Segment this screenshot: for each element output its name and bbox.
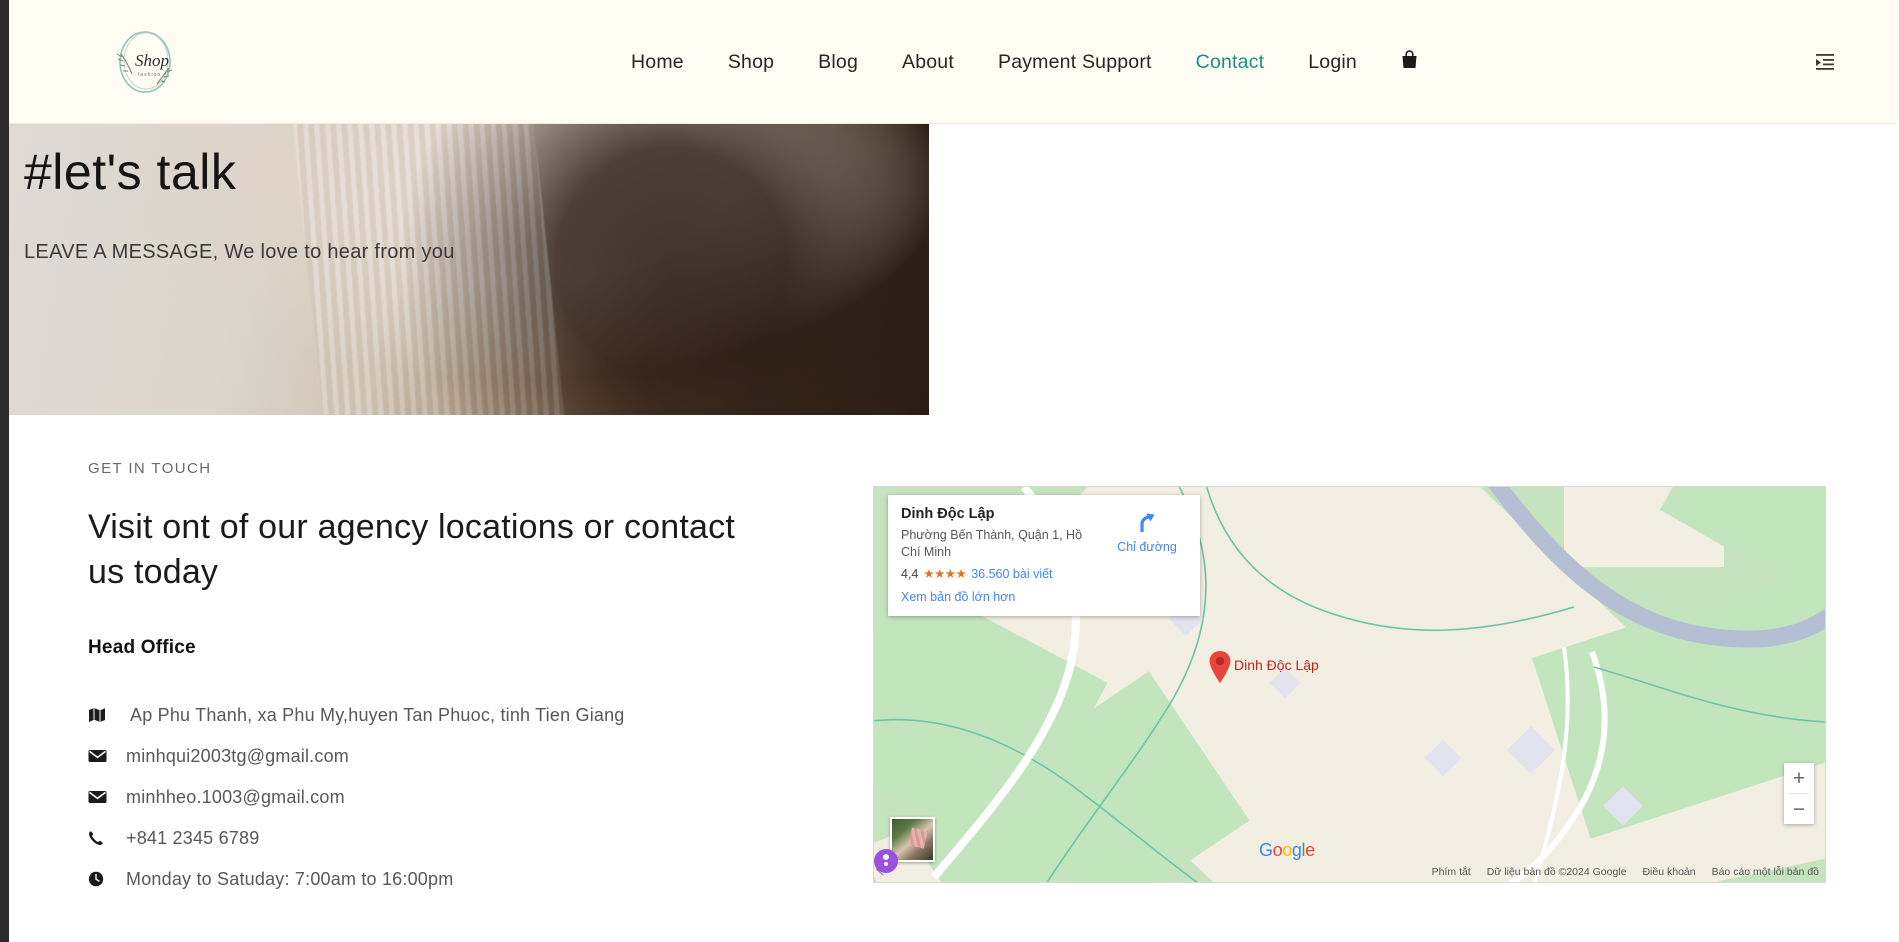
hero-content: #let's talk LEAVE A MESSAGE, We love to …: [24, 146, 455, 264]
address-text: Ap Phu Thanh, xa Phu My,huyen Tan Phuoc,…: [130, 704, 625, 725]
google-logo-letter: e: [1305, 840, 1315, 860]
map-rating-value: 4,4: [901, 566, 919, 581]
section-eyebrow: GET IN TOUCH: [88, 460, 212, 477]
site-logo[interactable]: Shop fashion: [105, 26, 185, 98]
email-icon: [88, 749, 126, 763]
contact-row-email-1[interactable]: minhqui2003tg@gmail.com: [88, 736, 828, 777]
nav-item-shop[interactable]: Shop: [706, 51, 796, 74]
browser-right-edge: [1895, 0, 1899, 942]
svg-text:fashion: fashion: [138, 72, 161, 78]
google-logo-letter: o: [1282, 840, 1292, 860]
map-attr-shortcuts[interactable]: Phím tắt: [1432, 866, 1471, 878]
contact-row-phone[interactable]: +841 2345 6789: [88, 818, 828, 859]
page-title: Visit ont of our agency locations or con…: [88, 508, 735, 591]
pegman-icon[interactable]: [874, 849, 898, 873]
map-info-card: Dinh Độc Lập Phường Bến Thành, Quận 1, H…: [888, 495, 1200, 617]
map-zoom-out-button[interactable]: −: [1784, 794, 1814, 824]
map-place-address: Phường Bến Thành, Quận 1, Hồ Chí Minh: [901, 528, 1083, 559]
contact-list: Ap Phu Thanh, xa Phu My,huyen Tan Phuoc,…: [88, 695, 828, 900]
google-logo-letter: G: [1259, 840, 1273, 860]
google-logo: Google: [1259, 840, 1315, 861]
map-marker-label: Dinh Độc Lập: [1234, 657, 1319, 673]
site-header: Shop fashion Home Shop Blog About Paymen…: [9, 0, 1899, 124]
nav-item-home[interactable]: Home: [609, 51, 706, 74]
map-attr-data: Dữ liệu bản đồ ©2024 Google: [1486, 866, 1627, 878]
map-icon: [88, 707, 126, 723]
map-view-larger-link[interactable]: Xem bản đồ lớn hơn: [901, 590, 1187, 604]
main-navigation: Home Shop Blog About Payment Support Con…: [609, 0, 1440, 124]
shopping-bag-icon: [1401, 50, 1418, 74]
map-marker[interactable]: Dinh Độc Lập: [1208, 650, 1319, 689]
contact-row-hours: Monday to Satuday: 7:00am to 16:00pm: [88, 859, 828, 900]
google-logo-letter: o: [1272, 840, 1283, 860]
hero-section: #let's talk LEAVE A MESSAGE, We love to …: [9, 124, 1899, 415]
directions-arrow-icon: [1135, 513, 1159, 537]
map-directions-label: Chỉ đường: [1117, 540, 1177, 554]
contact-row-address: Ap Phu Thanh, xa Phu My,huyen Tan Phuoc,…: [88, 695, 828, 736]
browser-left-edge: [0, 0, 9, 942]
location-pin-icon: [1208, 650, 1232, 689]
phone-text[interactable]: +841 2345 6789: [126, 828, 259, 849]
hero-title: #let's talk: [24, 144, 237, 200]
page-root: SHOP THOI TRANG SEN G #let's talk LEAVE …: [0, 0, 1899, 942]
nav-item-blog[interactable]: Blog: [796, 51, 880, 74]
map-zoom-in-button[interactable]: +: [1784, 763, 1814, 793]
map-rating-stars: ★★★★: [923, 567, 967, 582]
map-rating-row: 4,4 ★★★★ 36.560 bài viết: [901, 566, 1187, 582]
map-attribution: Phím tắt Dữ liệu bản đồ ©2024 Google Điề…: [1432, 866, 1819, 878]
email-icon: [88, 790, 126, 804]
hours-text: Monday to Satuday: 7:00am to 16:00pm: [126, 868, 454, 889]
nav-item-about[interactable]: About: [880, 51, 976, 74]
nav-item-payment-support[interactable]: Payment Support: [976, 51, 1174, 74]
clock-icon: [88, 871, 126, 887]
map-attr-report[interactable]: Báo cáo một lỗi bản đồ: [1712, 866, 1819, 878]
contact-row-email-2[interactable]: minhheo.1003@gmail.com: [88, 777, 828, 818]
nav-item-login[interactable]: Login: [1286, 51, 1379, 74]
nav-item-contact[interactable]: Contact: [1174, 51, 1287, 74]
map-directions-button[interactable]: Chỉ đường: [1108, 511, 1186, 554]
hero-subtitle: LEAVE A MESSAGE, We love to hear from yo…: [24, 240, 455, 263]
hero-blank-area: [929, 124, 1899, 415]
cart-button[interactable]: [1379, 50, 1440, 74]
svg-text:Shop: Shop: [135, 51, 169, 70]
head-office-label: Head Office: [88, 636, 196, 658]
google-map[interactable]: Dinh Độc Lập Phường Bến Thành, Quận 1, H…: [873, 486, 1826, 883]
phone-icon: [88, 830, 126, 846]
map-zoom-controls: + −: [1784, 763, 1814, 824]
map-review-count[interactable]: 36.560 bài viết: [971, 567, 1052, 581]
map-attr-terms[interactable]: Điều khoản: [1642, 866, 1695, 878]
email-text-1[interactable]: minhqui2003tg@gmail.com: [126, 746, 349, 767]
contact-info-column: GET IN TOUCH Visit ont of our agency loc…: [88, 460, 828, 900]
email-text-2[interactable]: minhheo.1003@gmail.com: [126, 787, 345, 808]
indent-list-icon[interactable]: [1813, 50, 1837, 74]
